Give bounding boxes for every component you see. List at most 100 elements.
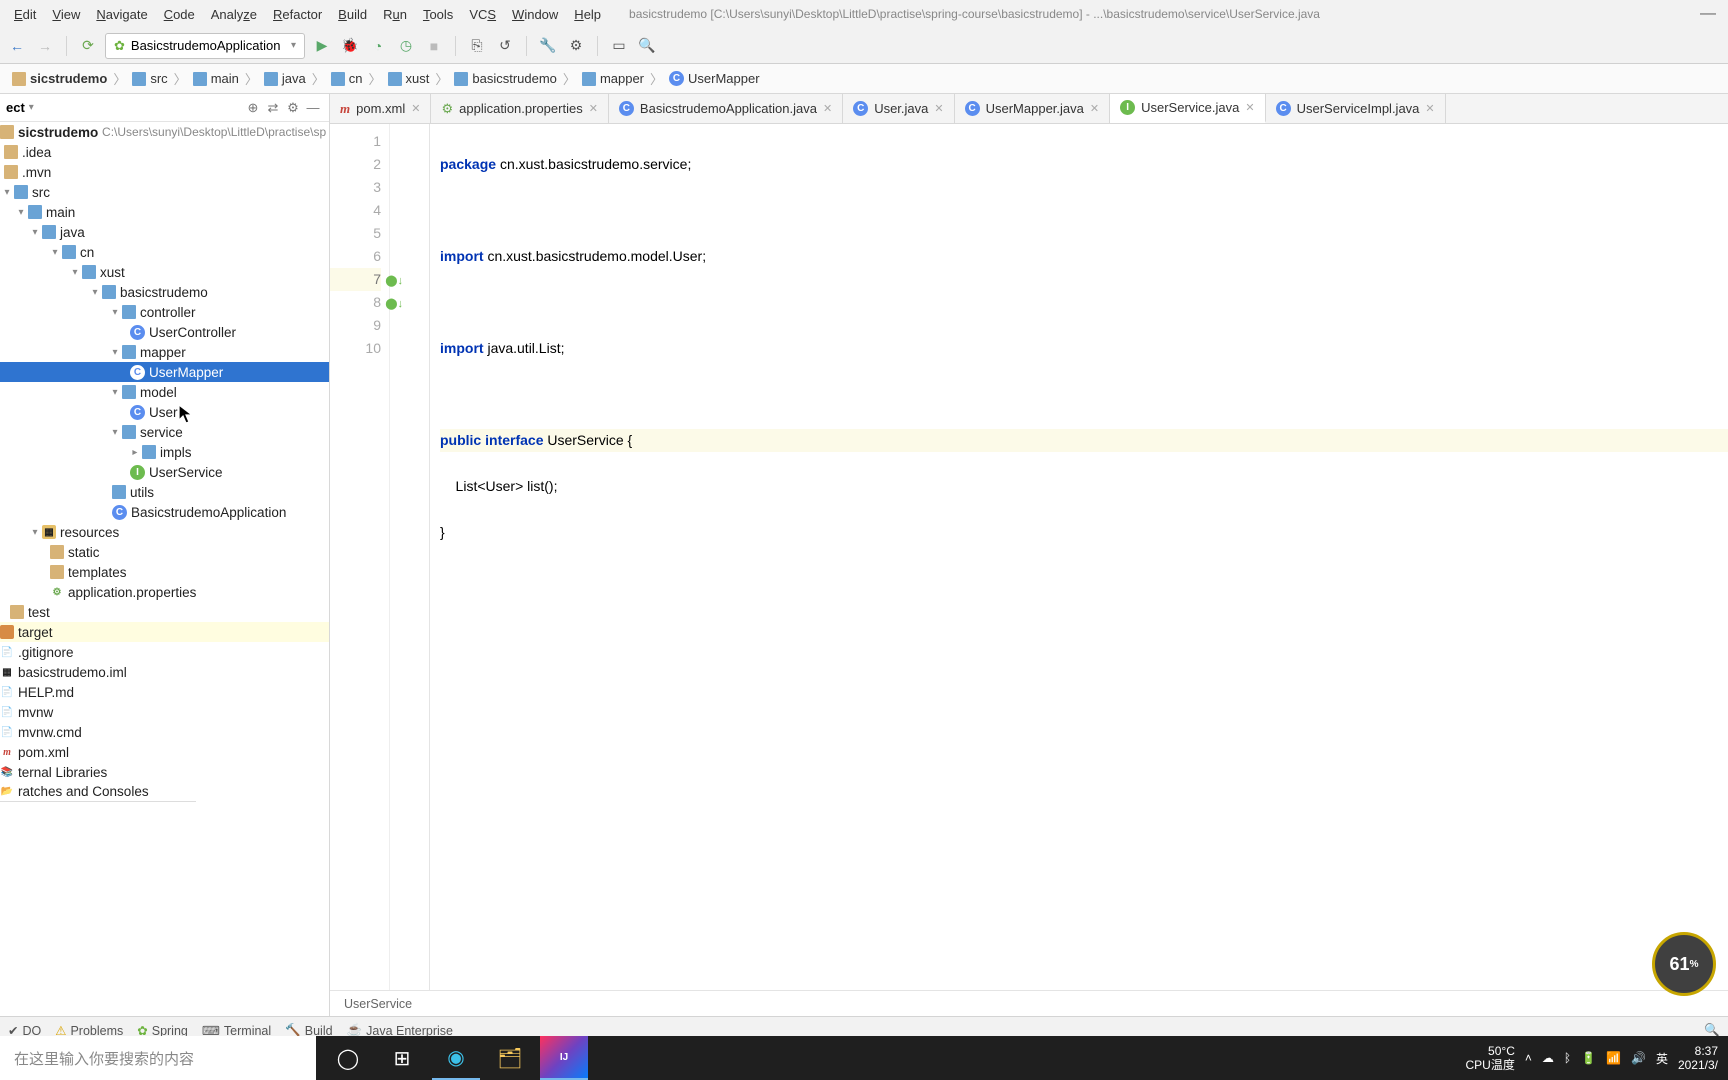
close-icon[interactable]: ✕ (411, 102, 420, 115)
tree-service[interactable]: ▾service (0, 422, 329, 442)
attach-icon[interactable]: ⎘ (466, 35, 488, 57)
editor-structure-breadcrumb[interactable]: UserService (330, 990, 1728, 1016)
menu-edit[interactable]: Edit (6, 5, 44, 24)
bluetooth-icon[interactable]: ᛒ (1564, 1051, 1571, 1065)
debug-icon[interactable]: 🐞 (339, 35, 361, 57)
search-everywhere-icon[interactable]: 🔍 (636, 35, 658, 57)
edge-icon[interactable]: ◉ (432, 1036, 480, 1080)
tree-mvnw[interactable]: 📄mvnw (0, 702, 329, 722)
tree-resources[interactable]: ▾▦resources (0, 522, 329, 542)
breadcrumb-mapper[interactable]: mapper (578, 71, 648, 86)
tree-userservice[interactable]: IUserService (0, 462, 329, 482)
battery-icon[interactable]: 🔋 (1581, 1051, 1596, 1065)
minimize-icon[interactable]: — (1700, 5, 1716, 23)
menu-view[interactable]: View (44, 5, 88, 24)
intellij-icon[interactable]: IJ (540, 1036, 588, 1080)
close-icon[interactable]: ✕ (1245, 101, 1254, 114)
menu-navigate[interactable]: Navigate (88, 5, 155, 24)
tree-basic[interactable]: ▾basicstrudemo (0, 282, 329, 302)
breadcrumb-root[interactable]: sicstrudemo (8, 71, 111, 86)
nav-back-icon[interactable]: ← (6, 35, 28, 57)
implementors-icon[interactable]: ⬤↓ (385, 270, 403, 293)
breadcrumb-usermapper[interactable]: CUserMapper (665, 71, 764, 86)
tree-help[interactable]: 📄HELP.md (0, 682, 329, 702)
project-tree[interactable]: sicstrudemo C:\Users\sunyi\Desktop\Littl… (0, 122, 329, 1016)
cortana-icon[interactable]: ◯ (324, 1036, 372, 1080)
breadcrumb-src[interactable]: src (128, 71, 171, 86)
tree-target[interactable]: target (0, 622, 329, 642)
menu-help[interactable]: Help (566, 5, 609, 24)
project-structure-icon[interactable]: 🔧 (537, 35, 559, 57)
tray-up-icon[interactable]: ˄ (1525, 1051, 1532, 1065)
tree-extlib[interactable]: 📚ternal Libraries (0, 762, 329, 782)
expand-all-icon[interactable]: ⇄ (263, 100, 283, 116)
tab-pom[interactable]: mpom.xml✕ (330, 94, 431, 123)
tree-root[interactable]: sicstrudemo C:\Users\sunyi\Desktop\Littl… (0, 122, 329, 142)
profile-icon[interactable]: ◷ (395, 35, 417, 57)
tree-mvn[interactable]: .mvn (0, 162, 329, 182)
tree-xust[interactable]: ▾xust (0, 262, 329, 282)
tree-pom[interactable]: mpom.xml (0, 742, 329, 762)
tree-idea[interactable]: .idea (0, 142, 329, 162)
implementors-icon[interactable]: ⬤↓ (385, 293, 403, 316)
tree-cn[interactable]: ▾cn (0, 242, 329, 262)
tree-controller[interactable]: ▾controller (0, 302, 329, 322)
nav-forward-icon[interactable]: → (34, 35, 56, 57)
breadcrumb-main[interactable]: main (189, 71, 243, 86)
stop-icon[interactable]: ■ (423, 35, 445, 57)
line-number-gutter[interactable]: 123456 7⬤↓ 8⬤↓ 910 (330, 124, 390, 990)
tree-impls[interactable]: ▾impls (0, 442, 329, 462)
tree-gitignore[interactable]: 📄.gitignore (0, 642, 329, 662)
explorer-icon[interactable]: 🗂 (486, 1036, 534, 1080)
tree-utils[interactable]: utils (0, 482, 329, 502)
menu-analyze[interactable]: Analyze (203, 5, 265, 24)
tree-user[interactable]: CUser (0, 402, 329, 422)
select-opened-file-icon[interactable]: ⊕ (243, 100, 263, 116)
presentation-icon[interactable]: ▭ (608, 35, 630, 57)
update-icon[interactable]: ↺ (494, 35, 516, 57)
windows-search-box[interactable]: 在这里输入你要搜索的内容 (0, 1036, 316, 1080)
tab-user[interactable]: CUser.java✕ (843, 94, 954, 123)
volume-icon[interactable]: 🔊 (1631, 1051, 1646, 1065)
run-icon[interactable]: ▶ (311, 35, 333, 57)
menu-vcs[interactable]: VCS (461, 5, 504, 24)
ime-indicator[interactable]: 英 (1656, 1050, 1668, 1067)
tree-templates[interactable]: templates (0, 562, 329, 582)
tree-mvnwcmd[interactable]: 📄mvnw.cmd (0, 722, 329, 742)
menu-build[interactable]: Build (330, 5, 375, 24)
close-icon[interactable]: ✕ (1425, 102, 1434, 115)
breadcrumb-basic[interactable]: basicstrudemo (450, 71, 561, 86)
tree-test[interactable]: test (0, 602, 329, 622)
breadcrumb-cn[interactable]: cn (327, 71, 367, 86)
gear-icon[interactable]: ⚙ (283, 100, 303, 116)
tree-mapper[interactable]: ▾mapper (0, 342, 329, 362)
menu-window[interactable]: Window (504, 5, 566, 24)
tree-src[interactable]: ▾src (0, 182, 329, 202)
clock-widget[interactable]: 8:37 2021/3/ (1678, 1044, 1718, 1072)
menu-code[interactable]: Code (156, 5, 203, 24)
task-view-icon[interactable]: ⊞ (378, 1036, 426, 1080)
close-icon[interactable]: ✕ (589, 102, 598, 115)
tree-usermapper[interactable]: CUserMapper (0, 362, 329, 382)
reload-changes-icon[interactable]: ⟳ (77, 35, 99, 57)
settings-icon[interactable]: ⚙ (565, 35, 587, 57)
code-editor[interactable]: package cn.xust.basicstrudemo.service; i… (430, 124, 1728, 990)
tree-app[interactable]: CBasicstrudemoApplication (0, 502, 329, 522)
coverage-icon[interactable]: ◔ (367, 35, 389, 57)
menu-refactor[interactable]: Refactor (265, 5, 330, 24)
tree-usercontroller[interactable]: CUserController (0, 322, 329, 342)
cpu-temp-widget[interactable]: 50°C CPU温度 (1466, 1044, 1515, 1072)
menu-tools[interactable]: Tools (415, 5, 461, 24)
tab-basicapp[interactable]: CBasicstrudemoApplication.java✕ (609, 94, 843, 123)
breadcrumb-xust[interactable]: xust (384, 71, 434, 86)
breadcrumb-java[interactable]: java (260, 71, 310, 86)
tree-main[interactable]: ▾main (0, 202, 329, 222)
close-icon[interactable]: ✕ (823, 102, 832, 115)
tab-userserviceimpl[interactable]: CUserServiceImpl.java✕ (1266, 94, 1446, 123)
tree-iml[interactable]: ▦basicstrudemo.iml (0, 662, 329, 682)
menu-run[interactable]: Run (375, 5, 415, 24)
onedrive-icon[interactable]: ☁ (1542, 1051, 1554, 1065)
run-config-selector[interactable]: ✿ BasicstrudemoApplication ▾ (105, 33, 305, 59)
tree-java[interactable]: ▾java (0, 222, 329, 242)
chevron-down-icon[interactable]: ▾ (29, 102, 34, 113)
